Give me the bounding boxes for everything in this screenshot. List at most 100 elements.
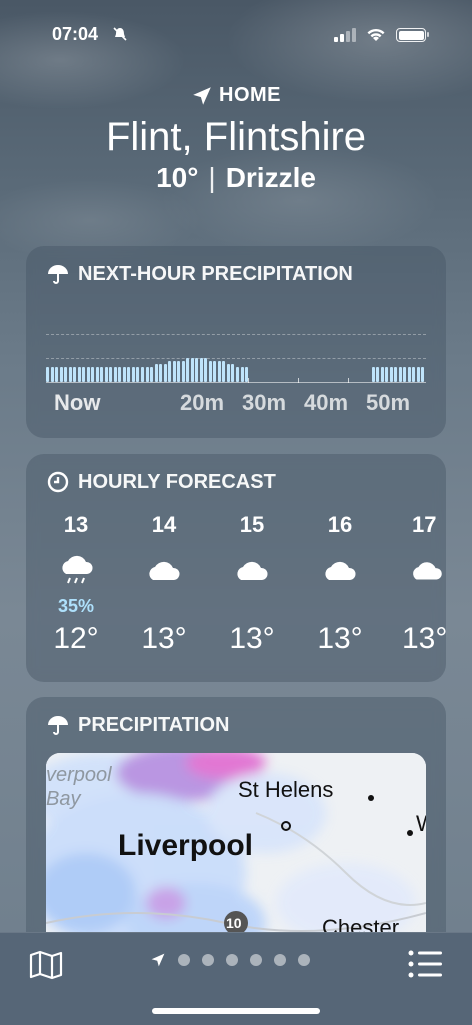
precip-bar: [159, 364, 163, 382]
axis-tick: [348, 378, 349, 383]
card-header: PRECIPITATION: [46, 713, 229, 737]
umbrella-icon: [48, 716, 68, 735]
card-header: HOURLY FORECAST: [46, 470, 276, 494]
precip-bar: [59, 367, 63, 382]
precip-bar: [398, 367, 402, 382]
hour-temp: 12°: [53, 622, 99, 655]
hour-temp: 13°: [229, 622, 275, 655]
precip-chance: 35%: [57, 596, 95, 616]
precip-bar: [163, 364, 167, 382]
location-header: HOME Flint, Flintshire 10° | Drizzle: [0, 84, 472, 194]
hour-column: 14 13°: [134, 512, 194, 656]
precip-bar: [412, 367, 416, 382]
precip-bar: [172, 361, 176, 382]
page-dot[interactable]: [202, 954, 214, 966]
grid-line-heavy: [46, 334, 426, 335]
axis-label-30m: 30m: [242, 390, 287, 415]
precip-chance: [398, 596, 446, 618]
axis-tick: [248, 378, 249, 383]
bell-muted-icon: [113, 27, 127, 41]
time-axis: [46, 382, 426, 383]
location-arrow-icon: [193, 86, 211, 105]
cloud-icon: [310, 544, 370, 596]
precip-bar: [55, 367, 59, 382]
umbrella-icon: [48, 265, 68, 284]
cloud-rain-icon: [46, 544, 106, 596]
location-arrow-icon[interactable]: [150, 952, 166, 968]
precip-chance: [310, 596, 370, 618]
hour-label: 14: [151, 512, 177, 537]
axis-label-20m: 20m: [180, 390, 225, 415]
card-title: PRECIPITATION: [78, 713, 230, 736]
map-label-bay: verpool Bay: [46, 764, 112, 810]
precip-bar: [376, 367, 380, 382]
status-time: 07:04: [52, 24, 99, 44]
precip-bar: [208, 361, 212, 382]
precip-bar: [213, 361, 217, 382]
precip-bar: [168, 361, 172, 382]
grid-line-light: [46, 358, 426, 359]
home-label: HOME: [0, 84, 472, 107]
hour-label: 17: [412, 512, 437, 537]
precip-bar: [199, 358, 203, 382]
precip-bar: [86, 367, 90, 382]
precip-chance: [134, 596, 194, 618]
precip-bar: [204, 358, 208, 382]
precip-bar: [145, 367, 149, 382]
card-title: NEXT-HOUR PRECIPITATION: [78, 262, 353, 285]
precip-chance: [222, 596, 282, 618]
precip-bar: [91, 367, 95, 382]
hourly-forecast-card[interactable]: HOURLY FORECAST 13 35% 12° 14 13° 15 13°: [26, 454, 446, 682]
precip-bar: [416, 367, 420, 382]
map-label-w: W: [416, 811, 426, 837]
current-temp: 10°: [156, 162, 199, 193]
precip-bar: [394, 367, 398, 382]
page-dot[interactable]: [178, 954, 190, 966]
cloud-icon: [134, 544, 194, 596]
hour-column: 15 13°: [222, 512, 282, 656]
home-label-text: HOME: [219, 84, 281, 106]
precip-bar: [68, 367, 72, 382]
cellular-signal-icon: [334, 28, 356, 42]
precip-bar: [190, 358, 194, 382]
page-indicator[interactable]: [150, 952, 310, 968]
card-title: HOURLY FORECAST: [78, 470, 276, 493]
precip-bar: [226, 364, 230, 382]
precip-bar: [385, 367, 389, 382]
axis-label-now: Now: [54, 390, 101, 415]
hour-label: 15: [239, 512, 265, 537]
page-dot[interactable]: [298, 954, 310, 966]
status-bar: 07:04: [0, 24, 472, 48]
precip-bar: [77, 367, 81, 382]
home-indicator[interactable]: [152, 1008, 320, 1014]
condition-text: Drizzle: [225, 162, 316, 193]
axis-tick: [298, 378, 299, 383]
axis-label-40m: 40m: [304, 390, 349, 415]
clock-icon: [47, 471, 69, 493]
map-label-st-helens: St Helens: [238, 777, 334, 802]
road-marker: 10: [226, 915, 242, 931]
page-dot[interactable]: [274, 954, 286, 966]
precipitation-map[interactable]: verpool Bay Liverpool St Helens W Cheste…: [46, 753, 426, 957]
page-dot[interactable]: [250, 954, 262, 966]
list-icon[interactable]: [408, 949, 442, 979]
hour-temp: 13°: [141, 622, 187, 655]
precip-bar: [100, 367, 104, 382]
precip-bar: [240, 367, 244, 382]
precip-bar: [113, 367, 117, 382]
precip-bar: [150, 367, 154, 382]
card-header: NEXT-HOUR PRECIPITATION: [46, 262, 353, 286]
precip-bar: [73, 367, 77, 382]
precip-bar: [154, 364, 158, 382]
precip-bar: [407, 367, 411, 382]
precip-bar: [122, 367, 126, 382]
hour-temp: 13°: [317, 622, 363, 655]
hour-label: 13: [63, 512, 89, 537]
wifi-icon: [367, 28, 385, 41]
precipitation-map-card[interactable]: PRECIPITATION verpool Bay Liverpool St H…: [26, 697, 446, 957]
hour-column: 13 35% 12°: [46, 512, 106, 656]
precip-bar: [131, 367, 135, 382]
page-dot[interactable]: [226, 954, 238, 966]
map-icon[interactable]: [28, 949, 64, 981]
precip-bar: [222, 361, 226, 382]
